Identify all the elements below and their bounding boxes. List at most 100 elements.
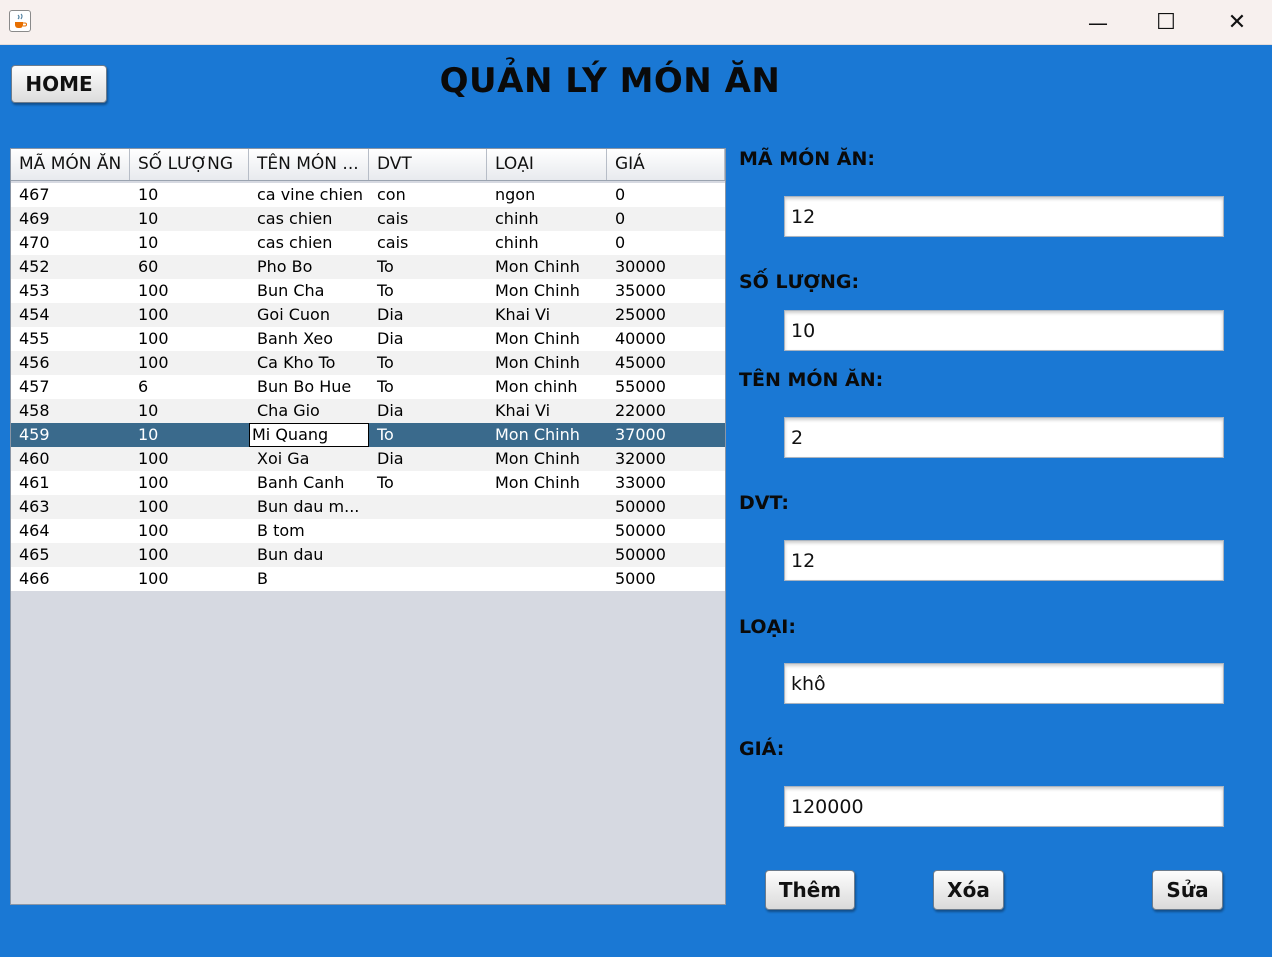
column-header-loai[interactable]: LOẠI [487, 149, 607, 180]
ten-input[interactable] [784, 417, 1224, 458]
table-row[interactable]: 460 100 Xoi Ga Dia Mon Chinh 32000 [11, 447, 725, 471]
table-cell-gia[interactable]: 55000 [607, 375, 725, 399]
table-cell-loai[interactable]: Mon chinh [487, 375, 607, 399]
add-button[interactable]: Thêm [765, 870, 855, 910]
table-cell-gia[interactable]: 25000 [607, 303, 725, 327]
table-cell-soluong[interactable]: 60 [130, 255, 249, 279]
table-cell-soluong[interactable]: 100 [130, 471, 249, 495]
column-header-ma[interactable]: MÃ MÓN ĂN [11, 149, 130, 180]
table-row[interactable]: 452 60 Pho Bo To Mon Chinh 30000 [11, 255, 725, 279]
table-cell-dvt[interactable] [369, 543, 487, 567]
table-cell-loai[interactable] [487, 543, 607, 567]
table-cell-gia[interactable]: 22000 [607, 399, 725, 423]
table-cell-loai[interactable]: chinh [487, 207, 607, 231]
table-cell-gia[interactable]: 0 [607, 207, 725, 231]
table-cell-soluong[interactable]: 10 [130, 207, 249, 231]
table-cell-loai[interactable]: ngon [487, 183, 607, 207]
table-cell-ten[interactable]: ca vine chien [249, 183, 369, 207]
table-cell-dvt[interactable]: To [369, 471, 487, 495]
table-cell-ma[interactable]: 458 [11, 399, 130, 423]
table-cell-loai[interactable]: Mon Chinh [487, 255, 607, 279]
table-cell-loai[interactable]: Mon Chinh [487, 327, 607, 351]
table-cell-gia[interactable]: 32000 [607, 447, 725, 471]
table-cell-soluong[interactable]: 100 [130, 303, 249, 327]
table-cell-ten[interactable]: Bun dau [249, 543, 369, 567]
table-cell-soluong[interactable]: 100 [130, 279, 249, 303]
table-cell-gia[interactable]: 37000 [607, 423, 725, 447]
table-cell-soluong[interactable]: 100 [130, 567, 249, 591]
table-cell-ma[interactable]: 469 [11, 207, 130, 231]
table-cell-loai[interactable]: Mon Chinh [487, 471, 607, 495]
table-cell-soluong[interactable]: 100 [130, 447, 249, 471]
table-cell-dvt[interactable]: cais [369, 207, 487, 231]
table-row[interactable]: 453 100 Bun Cha To Mon Chinh 35000 [11, 279, 725, 303]
table-cell-ten[interactable]: B [249, 567, 369, 591]
table-cell-loai[interactable]: Mon Chinh [487, 447, 607, 471]
table-cell-dvt[interactable]: Dia [369, 447, 487, 471]
table-cell-dvt[interactable]: Dia [369, 399, 487, 423]
table-cell-loai[interactable]: chinh [487, 231, 607, 255]
table-cell-loai[interactable] [487, 567, 607, 591]
table-cell-ten[interactable]: Bun Bo Hue [249, 375, 369, 399]
table-cell-ma[interactable]: 454 [11, 303, 130, 327]
table-cell-soluong[interactable]: 10 [130, 183, 249, 207]
table-cell-soluong[interactable]: 100 [130, 543, 249, 567]
table-cell-ma[interactable]: 465 [11, 543, 130, 567]
table-cell-loai[interactable]: Mon Chinh [487, 279, 607, 303]
table-cell-ten[interactable]: Ca Kho To [249, 351, 369, 375]
table-row[interactable]: 469 10 cas chien cais chinh 0 [11, 207, 725, 231]
table-row[interactable]: 456 100 Ca Kho To To Mon Chinh 45000 [11, 351, 725, 375]
column-header-gia[interactable]: GIÁ [607, 149, 725, 180]
table-cell-soluong[interactable]: 10 [130, 423, 249, 447]
table-row[interactable]: 458 10 Cha Gio Dia Khai Vi 22000 [11, 399, 725, 423]
table-cell-ma[interactable]: 470 [11, 231, 130, 255]
table-row[interactable]: 466 100 B 5000 [11, 567, 725, 591]
table-cell-soluong[interactable]: 100 [130, 495, 249, 519]
table-cell-loai[interactable]: Khai Vi [487, 399, 607, 423]
table-row[interactable]: 463 100 Bun dau m... 50000 [11, 495, 725, 519]
table-cell-ma[interactable]: 459 [11, 423, 130, 447]
table-cell-dvt[interactable]: con [369, 183, 487, 207]
table-cell-ten[interactable]: Goi Cuon [249, 303, 369, 327]
table-cell-ma[interactable]: 466 [11, 567, 130, 591]
table-cell-gia[interactable]: 50000 [607, 543, 725, 567]
table-cell-ma[interactable]: 455 [11, 327, 130, 351]
table-cell-gia[interactable]: 33000 [607, 471, 725, 495]
table-cell-ma[interactable]: 452 [11, 255, 130, 279]
table-cell-loai[interactable] [487, 495, 607, 519]
table-row[interactable]: 457 6 Bun Bo Hue To Mon chinh 55000 [11, 375, 725, 399]
table-cell-dvt[interactable]: To [369, 375, 487, 399]
loai-input[interactable] [784, 663, 1224, 704]
table-cell-ten[interactable]: cas chien [249, 207, 369, 231]
table-cell-ten[interactable]: Pho Bo [249, 255, 369, 279]
table-cell-gia[interactable]: 40000 [607, 327, 725, 351]
table-cell-dvt[interactable] [369, 567, 487, 591]
table-cell-ten[interactable]: Mi Quang [249, 423, 369, 447]
delete-button[interactable]: Xóa [933, 870, 1004, 910]
gia-input[interactable] [784, 786, 1224, 827]
table-cell-soluong[interactable]: 6 [130, 375, 249, 399]
table-cell-loai[interactable] [487, 519, 607, 543]
table-cell-ma[interactable]: 460 [11, 447, 130, 471]
table-row[interactable]: 467 10 ca vine chien con ngon 0 [11, 183, 725, 207]
table-cell-ten[interactable]: Banh Canh [249, 471, 369, 495]
table-cell-dvt[interactable]: To [369, 423, 487, 447]
table-cell-loai[interactable]: Khai Vi [487, 303, 607, 327]
table-row[interactable]: 470 10 cas chien cais chinh 0 [11, 231, 725, 255]
maximize-button[interactable]: ☐ [1136, 0, 1196, 45]
table-cell-ten[interactable]: Xoi Ga [249, 447, 369, 471]
table-cell-soluong[interactable]: 10 [130, 399, 249, 423]
table-row[interactable]: 464 100 B tom 50000 [11, 519, 725, 543]
column-header-ten[interactable]: TÊN MÓN ... [249, 149, 369, 180]
table-cell-gia[interactable]: 0 [607, 183, 725, 207]
table-cell-gia[interactable]: 45000 [607, 351, 725, 375]
ma-input[interactable] [784, 196, 1224, 237]
column-header-soluong[interactable]: SỐ LƯỢNG [130, 149, 249, 180]
table-cell-ten[interactable]: Banh Xeo [249, 327, 369, 351]
close-button[interactable]: ✕ [1207, 0, 1267, 45]
table-cell-ten[interactable]: Bun dau m... [249, 495, 369, 519]
table-cell-dvt[interactable]: Dia [369, 303, 487, 327]
table-cell-ten[interactable]: Bun Cha [249, 279, 369, 303]
table-cell-soluong[interactable]: 10 [130, 231, 249, 255]
table-cell-gia[interactable]: 50000 [607, 519, 725, 543]
